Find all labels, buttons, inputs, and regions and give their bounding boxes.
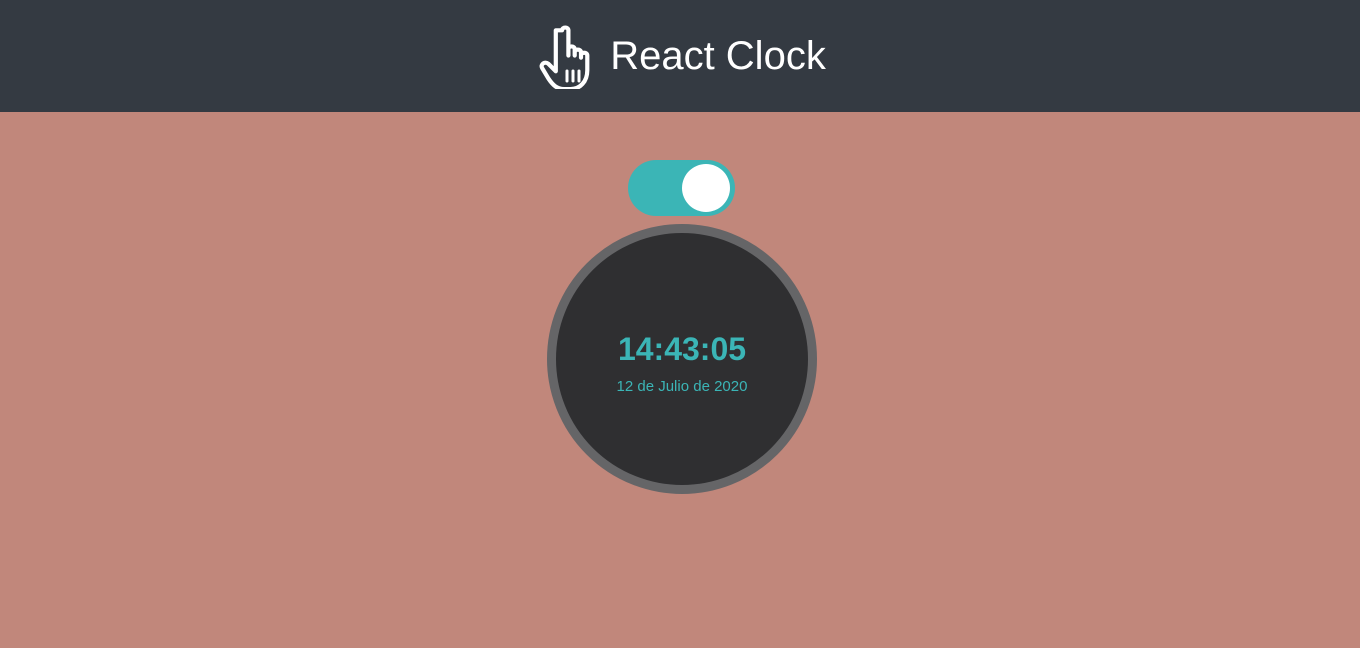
app-title: React Clock [610, 34, 826, 78]
toggle-knob[interactable] [682, 164, 730, 212]
header-brand: React Clock [536, 23, 826, 89]
pointing-hand-icon [539, 25, 590, 89]
clock-time: 14:43:05 [617, 331, 747, 367]
clock-date: 12 de Julio de 2020 [616, 378, 748, 395]
app-header: React Clock [0, 0, 1360, 112]
clock-face: 14:43:05 12 de Julio de 2020 [547, 224, 817, 494]
theme-toggle[interactable] [628, 160, 735, 216]
